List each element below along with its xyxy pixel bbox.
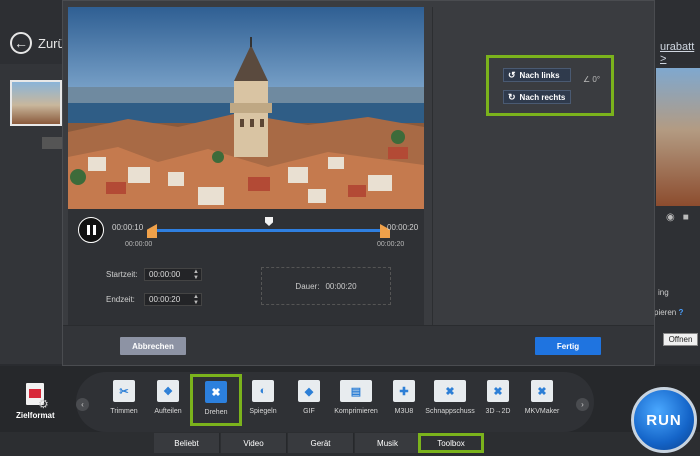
- done-button[interactable]: Fertig: [535, 337, 601, 355]
- file-thumbnail[interactable]: [10, 80, 62, 126]
- pause-button[interactable]: [78, 217, 104, 243]
- mkv-icon: ✖: [531, 380, 553, 402]
- chevron-left-icon[interactable]: ‹: [76, 398, 89, 411]
- back-label[interactable]: Zurü: [38, 36, 65, 51]
- m3u8-icon: ✚: [393, 380, 415, 402]
- tab-geraet[interactable]: Gerät: [288, 433, 354, 453]
- thumbnail-strip: [42, 137, 62, 149]
- toolbox-area: ⚙ Zielformat ‹ ✂ Trimmen ❖ Aufteilen ✖ D…: [0, 366, 700, 432]
- spinner-icon[interactable]: ▲ ▼: [193, 294, 199, 306]
- rotate-icon: ✖: [205, 381, 227, 403]
- tool-m3u8[interactable]: ✚ M3U8: [378, 380, 430, 426]
- start-mark-label: 00:00:00: [125, 241, 153, 248]
- snapshot-icon: ✖: [434, 380, 466, 402]
- tools-bar: ‹ ✂ Trimmen ❖ Aufteilen ✖ Drehen ◐ Spieg…: [76, 372, 594, 432]
- help-icon[interactable]: ?: [678, 308, 683, 317]
- tab-beliebt[interactable]: Beliebt: [154, 433, 220, 453]
- cancel-button[interactable]: Abbrechen: [120, 337, 186, 355]
- current-time-left: 00:00:10: [112, 223, 144, 232]
- tool-komprimieren[interactable]: ▤ Komprimieren: [330, 380, 382, 426]
- playback-controls: 00:00:10 00:00:20 00:00:00 00:00:20: [68, 209, 424, 253]
- output-text: ing: [658, 288, 669, 297]
- compress-icon: ▤: [340, 380, 372, 402]
- output-text-copy: pieren ?: [654, 308, 684, 317]
- duration-label: Dauer:: [295, 281, 320, 291]
- tool-gif[interactable]: ◆ GIF: [283, 380, 335, 426]
- target-format-button[interactable]: ⚙ Zielformat: [16, 383, 56, 423]
- start-time-input[interactable]: 00:00:00 ▲ ▼: [144, 268, 202, 281]
- rotate-right-icon: ↻: [508, 91, 516, 102]
- rotation-options: ↺ Nach links ∠ 0° ↻ Nach rechts: [486, 55, 614, 116]
- output-icons: ◉■: [666, 212, 697, 223]
- end-time-label: Endzeit:: [106, 295, 135, 304]
- open-button[interactable]: Offnen: [663, 333, 698, 346]
- rotation-angle: ∠ 0°: [583, 75, 601, 84]
- dialog-footer: Abbrechen Fertig: [63, 325, 654, 365]
- rotate-right-button[interactable]: ↻ Nach rechts: [503, 90, 571, 104]
- gif-icon: ◆: [298, 380, 320, 402]
- duration-value: 00:00:20: [325, 281, 357, 291]
- duration-display: Dauer: 00:00:20: [261, 267, 391, 305]
- tab-video[interactable]: Video: [221, 433, 287, 453]
- current-time-right: 00:00:20: [387, 223, 419, 232]
- time-fields: Startzeit: 00:00:00 ▲ ▼ Endzeit: 00:00:20 ▲…: [68, 253, 424, 325]
- tool-spiegeln[interactable]: ◐ Spiegeln: [237, 380, 289, 426]
- category-tabs: Beliebt Video Gerät Musik Toolbox: [0, 432, 700, 456]
- rotation-panel: ↺ Nach links ∠ 0° ↻ Nach rechts: [432, 7, 650, 325]
- tool-schnappschuss[interactable]: ✖ Schnappschuss: [424, 380, 476, 426]
- angle-icon: ∠: [583, 75, 591, 84]
- tab-musik[interactable]: Musik: [355, 433, 421, 453]
- video-preview: [68, 7, 424, 209]
- app-window: ← Zurü urabatt > ◉■ ing pieren ? Offnen: [0, 0, 700, 456]
- timeline-track[interactable]: [154, 229, 386, 232]
- split-icon: ❖: [157, 380, 179, 402]
- gear-icon: ⚙: [38, 397, 49, 411]
- tool-drehen[interactable]: ✖ Drehen: [190, 374, 242, 426]
- rotate-left-icon: ↺: [508, 69, 516, 80]
- target-format-label: Zielformat: [16, 411, 55, 420]
- mirror-icon: ◐: [252, 380, 274, 402]
- camera-icon[interactable]: ◉: [666, 212, 683, 223]
- tab-toolbox[interactable]: Toolbox: [418, 433, 484, 453]
- output-link[interactable]: urabatt >: [660, 41, 700, 65]
- end-time-input[interactable]: 00:00:20 ▲ ▼: [144, 293, 202, 306]
- playhead-marker[interactable]: [265, 217, 273, 226]
- chevron-right-icon[interactable]: ›: [576, 398, 589, 411]
- spinner-icon[interactable]: ▲ ▼: [193, 269, 199, 281]
- run-button[interactable]: RUN: [631, 387, 697, 453]
- scissors-icon: ✂: [113, 380, 135, 402]
- tool-mkvmaker[interactable]: ✖ MKVMaker: [516, 380, 568, 426]
- 3d-icon: ✖: [487, 380, 509, 402]
- video-frame: [68, 7, 424, 209]
- tool-aufteilen[interactable]: ❖ Aufteilen: [142, 380, 194, 426]
- trim-start-handle[interactable]: [147, 224, 157, 238]
- back-arrow-icon[interactable]: ←: [10, 32, 32, 54]
- rotate-left-button[interactable]: ↺ Nach links: [503, 68, 571, 82]
- folder-icon[interactable]: ■: [683, 212, 697, 223]
- output-preview: [656, 68, 700, 206]
- start-time-label: Startzeit:: [106, 270, 138, 279]
- end-mark-label: 00:00:20: [377, 241, 405, 248]
- rotate-dialog: 00:00:10 00:00:20 00:00:00 00:00:20 Star…: [62, 0, 655, 366]
